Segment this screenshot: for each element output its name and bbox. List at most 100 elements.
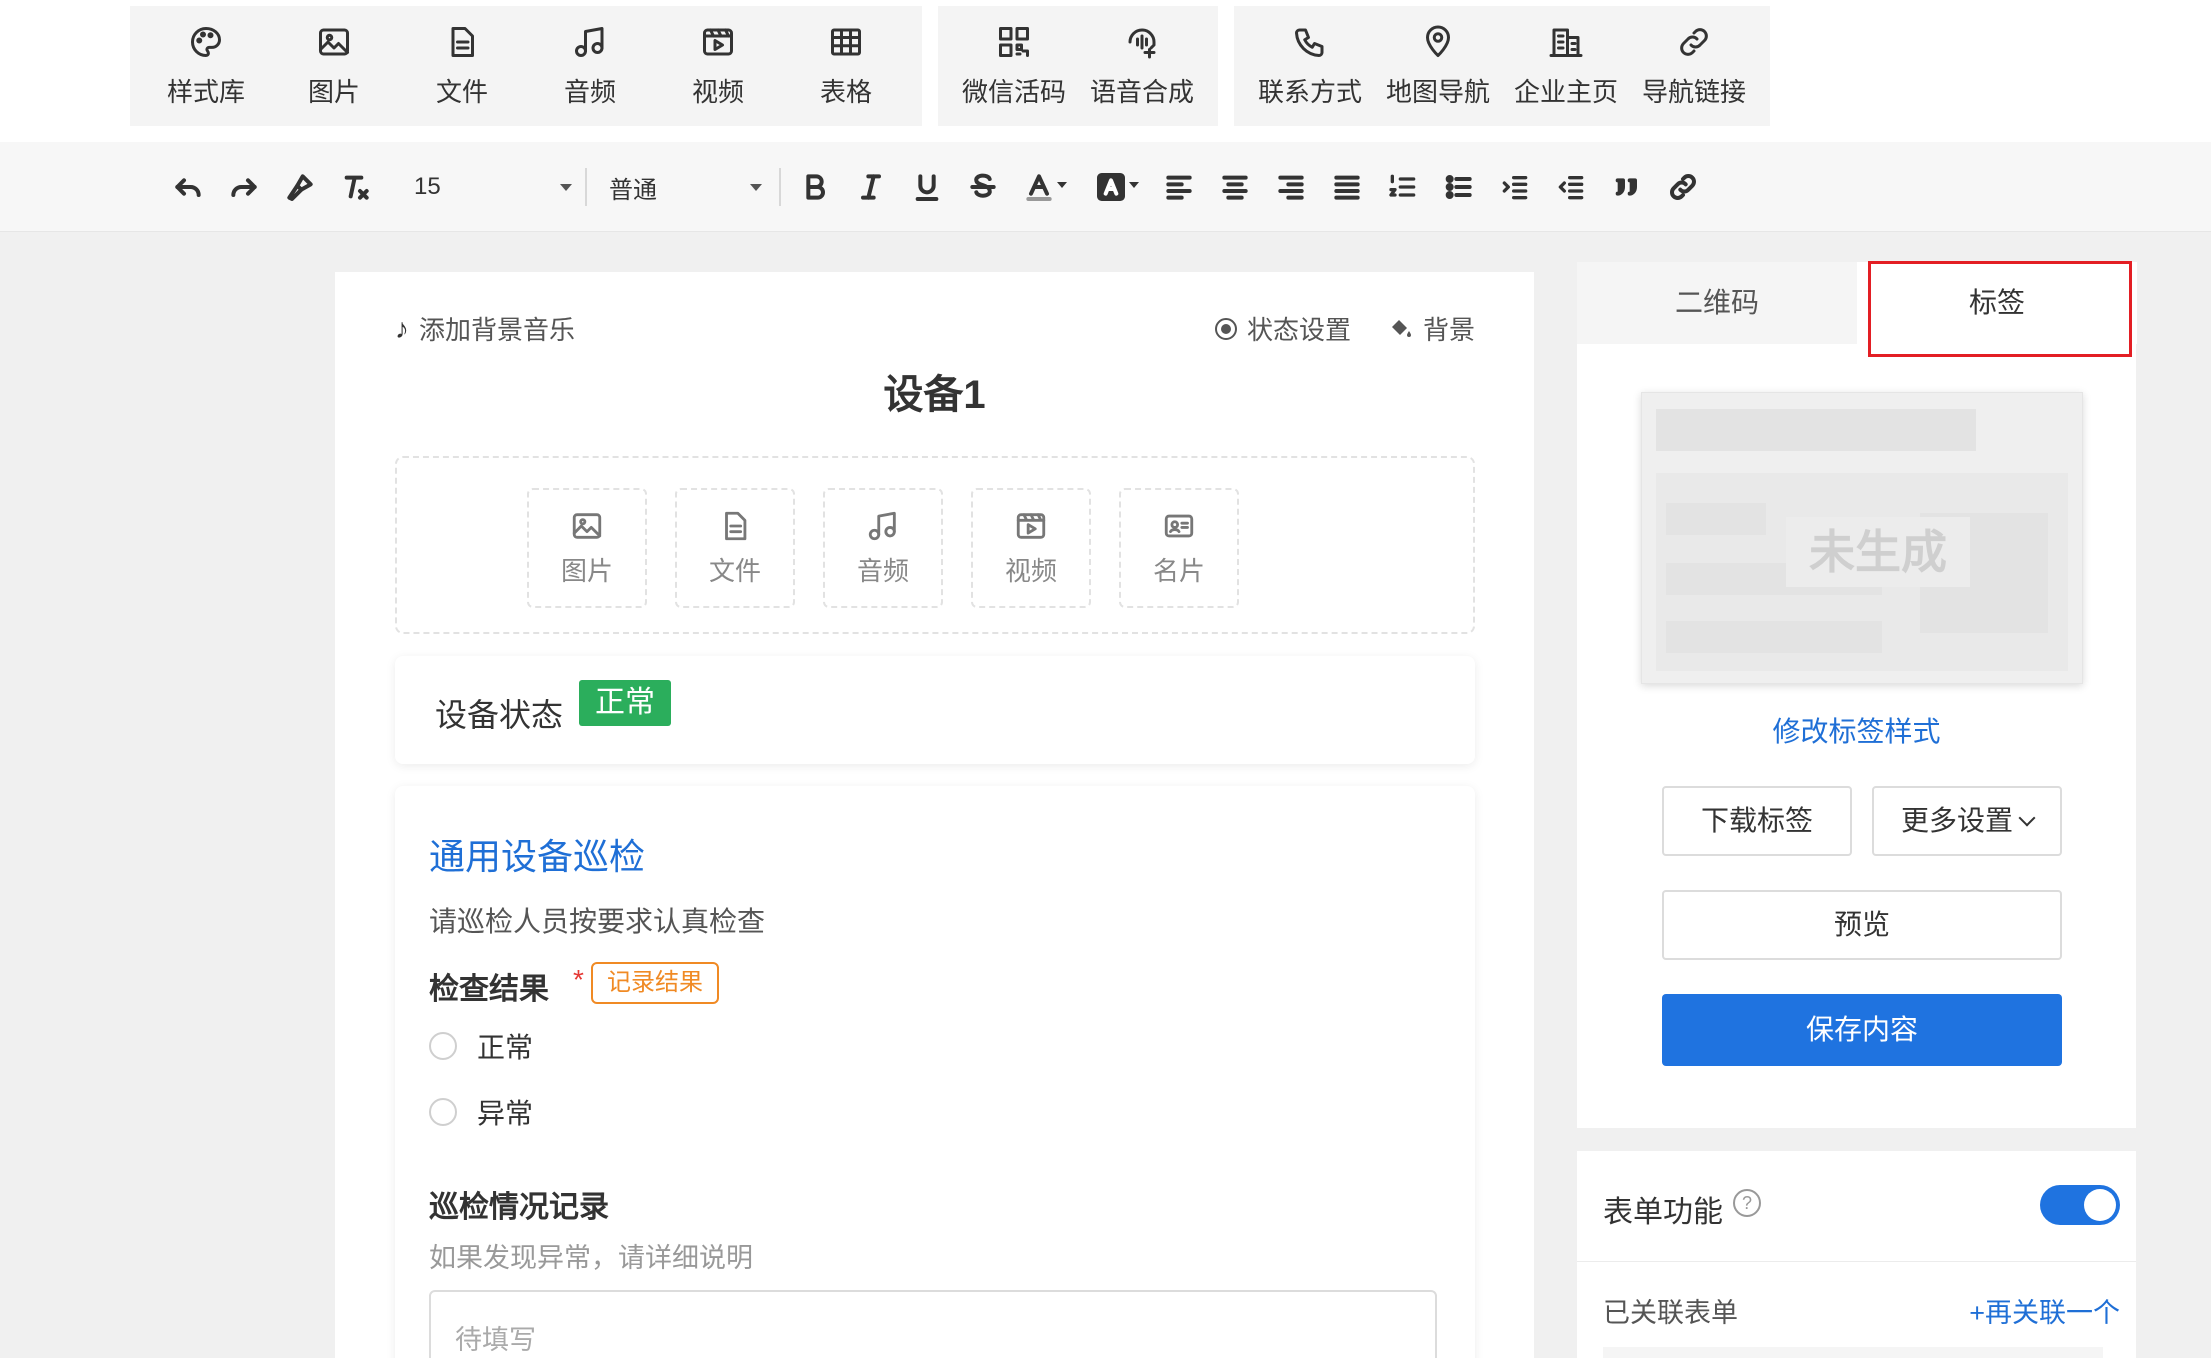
form-function-toggle[interactable] xyxy=(2040,1185,2120,1225)
align-center-button[interactable] xyxy=(1210,162,1260,212)
add-file-button[interactable]: 文件 xyxy=(675,488,795,608)
map-navigation-button[interactable]: 地图导航 xyxy=(1374,6,1502,126)
highlight-color-button[interactable] xyxy=(1086,162,1146,212)
italic-button[interactable] xyxy=(846,162,896,212)
page-title[interactable]: 设备1 xyxy=(335,362,1534,420)
option-abnormal-label: 异常 xyxy=(477,1098,534,1129)
link-another-form-button[interactable]: +再关联一个 xyxy=(1969,1291,2120,1330)
undo-icon xyxy=(175,178,201,197)
outdent-button[interactable] xyxy=(1546,162,1596,212)
insert-link-button[interactable] xyxy=(1658,162,1708,212)
quote-button[interactable] xyxy=(1602,162,1652,212)
preview-button[interactable]: 预览 xyxy=(1662,890,2062,960)
inspection-form-card[interactable]: 通用设备巡检 请巡检人员按要求认真检查 检查结果 * 记录结果 正常 异常 巡检… xyxy=(395,786,1475,1358)
nav-link-button[interactable]: 导航链接 xyxy=(1630,6,1758,126)
option-abnormal[interactable]: 异常 xyxy=(429,1092,533,1132)
business-card-icon xyxy=(1164,514,1194,537)
format-painter-icon xyxy=(287,174,313,201)
font-size-select[interactable]: 15 xyxy=(414,162,572,212)
bold-button[interactable] xyxy=(790,162,840,212)
tab-qr-code[interactable]: 二维码 xyxy=(1577,262,1857,344)
help-icon[interactable]: ? xyxy=(1733,1189,1761,1217)
insert-image-button[interactable]: 图片 xyxy=(270,6,398,126)
company-homepage-button[interactable]: 企业主页 xyxy=(1502,6,1630,126)
insert-video-label: 视频 xyxy=(691,76,744,107)
divider xyxy=(1577,1261,2136,1262)
status-settings-label: 状态设置 xyxy=(1247,315,1352,345)
music-icon xyxy=(868,511,896,540)
form-description: 请巡检人员按要求认真检查 xyxy=(429,906,766,937)
redo-button[interactable] xyxy=(219,162,269,212)
wechat-live-code-button[interactable]: 微信活码 xyxy=(950,6,1078,126)
preview-placeholder-line xyxy=(1666,621,1882,653)
add-business-card-button[interactable]: 名片 xyxy=(1119,488,1239,608)
insert-toolbar: 样式库 图片 文件 音频 视频 表格 微信活码 语音合成 联系方式 地图导航 企… xyxy=(0,0,2211,142)
form-function-panel: 表单功能 ? 已关联表单 +再关联一个 xyxy=(1577,1151,2136,1358)
option-normal[interactable]: 正常 xyxy=(429,1026,533,1066)
add-audio-button[interactable]: 音频 xyxy=(823,488,943,608)
media-drop-zone[interactable]: 图片 文件 音频 视频 名片 xyxy=(395,456,1475,634)
clear-format-button[interactable] xyxy=(331,162,381,212)
chevron-down-icon xyxy=(750,184,762,191)
tab-label[interactable]: 标签 xyxy=(1857,262,2137,344)
insert-audio-button[interactable]: 音频 xyxy=(526,6,654,126)
voice-synthesis-button[interactable]: 语音合成 xyxy=(1078,6,1206,126)
align-right-button[interactable] xyxy=(1266,162,1316,212)
bullet-list-icon xyxy=(1445,175,1472,199)
save-content-button[interactable]: 保存内容 xyxy=(1662,994,2062,1066)
more-settings-button[interactable]: 更多设置 xyxy=(1872,786,2062,856)
style-library-button[interactable]: 样式库 xyxy=(142,6,270,126)
wechat-live-code-label: 微信活码 xyxy=(961,76,1066,107)
record-result-tag[interactable]: 记录结果 xyxy=(591,962,719,1004)
image-icon xyxy=(572,512,602,539)
map-navigation-label: 地图导航 xyxy=(1385,76,1490,107)
add-video-button[interactable]: 视频 xyxy=(971,488,1091,608)
justify-button[interactable] xyxy=(1322,162,1372,212)
map-pin-icon xyxy=(1426,25,1450,57)
add-image-label: 图片 xyxy=(560,555,613,586)
background-button[interactable]: 背景 xyxy=(1389,310,1475,347)
download-label-button[interactable]: 下载标签 xyxy=(1662,786,1852,856)
insert-video-button[interactable]: 视频 xyxy=(654,6,782,126)
clear-format-icon xyxy=(344,175,369,200)
toolbar-divider xyxy=(585,168,587,206)
preview-text: 预览 xyxy=(1833,909,1890,940)
nav-link-label: 导航链接 xyxy=(1641,76,1746,107)
radio-button[interactable] xyxy=(429,1098,457,1126)
indent-button[interactable] xyxy=(1490,162,1540,212)
contact-info-button[interactable]: 联系方式 xyxy=(1246,6,1374,126)
insert-file-button[interactable]: 文件 xyxy=(398,6,526,126)
preview-placeholder-line xyxy=(1666,503,1766,535)
ordered-list-button[interactable] xyxy=(1378,162,1428,212)
align-left-button[interactable] xyxy=(1154,162,1204,212)
quote-icon xyxy=(1615,178,1637,196)
download-label-text: 下载标签 xyxy=(1700,805,1813,836)
video-icon xyxy=(703,28,733,55)
underline-button[interactable] xyxy=(902,162,952,212)
insert-table-label: 表格 xyxy=(819,76,872,107)
bullet-list-button[interactable] xyxy=(1434,162,1484,212)
required-mark: * xyxy=(573,964,584,995)
radio-button[interactable] xyxy=(429,1032,457,1060)
edit-label-style-link[interactable]: 修改标签样式 xyxy=(1577,710,2136,750)
paragraph-style-value: 普通 xyxy=(609,176,657,204)
font-color-button[interactable] xyxy=(1014,162,1074,212)
status-settings-button[interactable]: 状态设置 xyxy=(1215,310,1351,347)
highlight-color-icon xyxy=(1097,173,1125,201)
device-status-label: 设备状态 xyxy=(435,697,564,733)
music-icon xyxy=(575,26,604,57)
table-icon xyxy=(831,28,861,55)
add-image-button[interactable]: 图片 xyxy=(527,488,647,608)
linked-form-row xyxy=(1603,1347,2103,1358)
phone-icon xyxy=(1295,28,1324,57)
insert-table-button[interactable]: 表格 xyxy=(782,6,910,126)
add-bg-music-button[interactable]: ♪ 添加背景音乐 xyxy=(395,310,575,347)
inspection-record-input[interactable]: 待填写 xyxy=(429,1290,1437,1358)
palette-icon xyxy=(191,26,221,57)
strikethrough-button[interactable] xyxy=(958,162,1008,212)
paragraph-style-select[interactable]: 普通 xyxy=(609,162,762,212)
device-status-card[interactable]: 设备状态 正常 xyxy=(395,656,1475,764)
undo-button[interactable] xyxy=(163,162,213,212)
form-title: 通用设备巡检 xyxy=(429,836,646,877)
format-painter-button[interactable] xyxy=(275,162,325,212)
